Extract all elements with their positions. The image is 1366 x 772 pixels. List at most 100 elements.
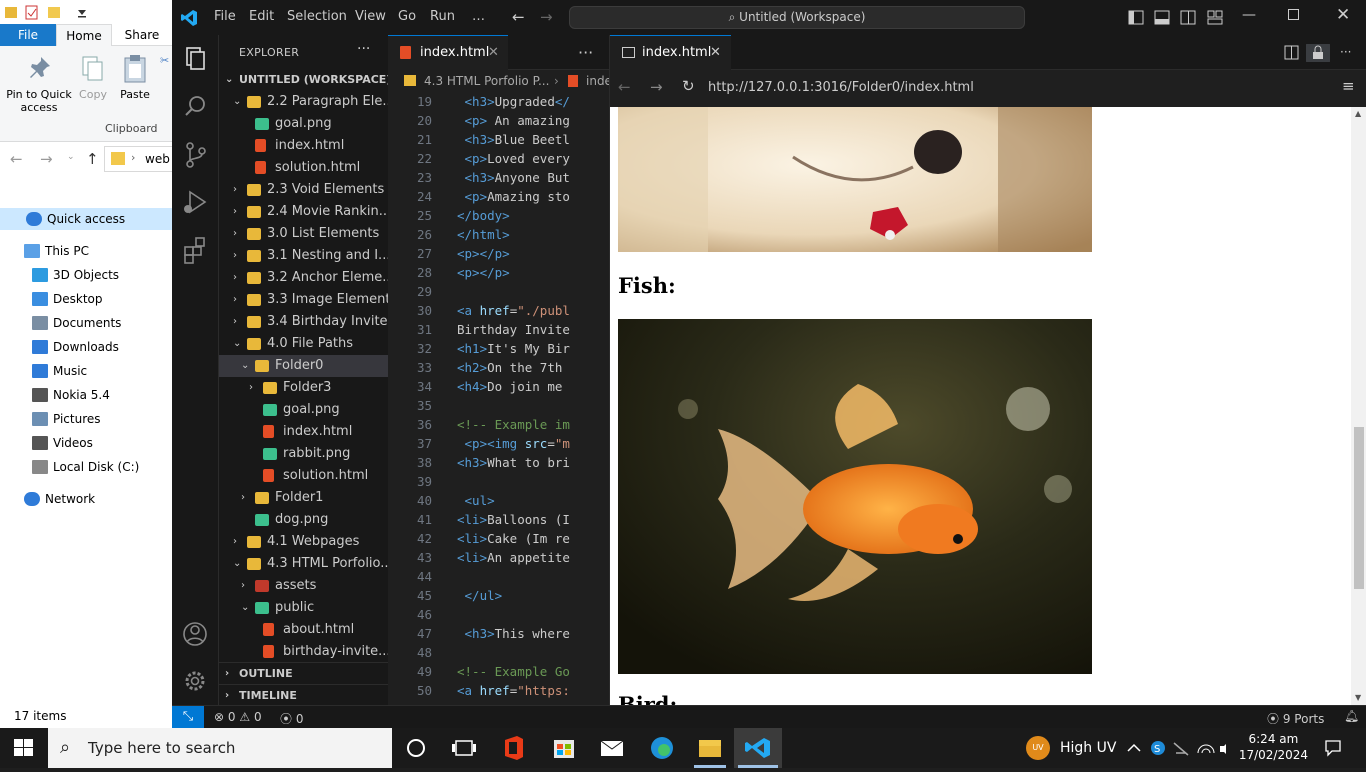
tree-item[interactable]: solution.html [219,465,388,487]
uv-weather-icon[interactable]: UV [1026,736,1050,760]
taskbar-clock[interactable]: 6:24 am 17/02/2024 [1239,731,1308,763]
minimize-icon[interactable]: — [1242,7,1256,23]
nav-item-this-pc[interactable]: This PC [0,240,172,262]
notifications-bell-icon[interactable]: 🔔︎ [1344,709,1359,723]
up-arrow-icon[interactable]: ↑ [86,150,99,168]
code-line[interactable]: <ul> [457,491,572,510]
more-actions-icon[interactable]: ··· [357,41,370,57]
preview-url-input[interactable]: http://127.0.0.1:3016/Folder0/index.html [708,76,1328,100]
close-tab-icon[interactable]: ✕ [710,36,721,70]
code-line[interactable] [457,643,572,662]
scrollbar-thumb[interactable] [1354,427,1364,589]
code-line[interactable] [457,472,572,491]
tree-item[interactable]: ⌄ 4.3 HTML Porfolio... [219,553,388,575]
command-center[interactable]: ⌕ Untitled (Workspace) [569,6,1025,29]
taskbar-search-box[interactable]: ⌕ Type here to search [48,728,392,768]
nav-item-videos[interactable]: Videos [0,432,172,454]
tree-item[interactable]: › 2.4 Movie Rankin... [219,201,388,223]
breadcrumb-folder[interactable]: 4.3 HTML Porfolio P... [424,70,549,92]
tree-item[interactable]: ⌄ 2.2 Paragraph Ele... [219,91,388,113]
tree-item[interactable]: › Folder1 [219,487,388,509]
run-debug-icon[interactable] [172,179,219,227]
tree-item[interactable]: index.html [219,135,388,157]
task-view-icon[interactable] [440,728,488,768]
code-line[interactable]: <!-- Example im [457,415,572,434]
layout-control-icons[interactable] [1128,10,1238,26]
cut-icon[interactable]: ✂ [160,54,172,114]
code-line[interactable]: <h3>Anyone But [457,168,572,187]
file-explorer-taskbar-icon[interactable] [686,728,734,768]
explorer-activity-icon[interactable] [172,35,219,83]
tree-item[interactable]: ⌄ public [219,597,388,619]
tree-item[interactable]: ⌄ 4.0 File Paths [219,333,388,355]
tree-item[interactable]: index.html [219,421,388,443]
split-and-lock-icons[interactable]: ··· [1284,44,1364,62]
nav-item-downloads[interactable]: Downloads [0,336,172,358]
menu-selection[interactable]: Selection [287,9,347,24]
source-control-icon[interactable] [172,131,219,179]
code-line[interactable]: <li>Cake (Im re [457,529,572,548]
editor-tab-index-html[interactable]: index.html ✕ [388,35,508,70]
nav-item-desktop[interactable]: Desktop [0,288,172,310]
scroll-up-arrow-icon[interactable]: ▲ [1355,109,1361,118]
tree-item[interactable]: › 3.2 Anchor Eleme... [219,267,388,289]
tree-item[interactable]: about.html [219,619,388,641]
maximize-icon[interactable] [1288,9,1299,20]
nav-item-nokia-5-4[interactable]: Nokia 5.4 [0,384,172,406]
notification-center-icon[interactable] [1324,739,1342,757]
code-line[interactable]: <p>Loved every [457,149,572,168]
weather-label[interactable]: High UV [1060,740,1116,756]
paste-button[interactable]: Paste [114,54,156,101]
code-line[interactable]: <h1>It's My Bir [457,339,572,358]
tree-item[interactable]: › 3.0 List Elements [219,223,388,245]
tab-share[interactable]: Share [112,24,172,46]
menu-go[interactable]: Go [398,9,416,24]
remote-indicator-icon[interactable]: ⤡ [172,706,204,728]
system-tray-icons[interactable]: S [1126,739,1226,757]
code-line[interactable] [457,567,572,586]
copy-button[interactable]: Copy [74,54,112,101]
tree-item[interactable]: › 3.3 Image Elements [219,289,388,311]
edge-icon[interactable] [638,728,686,768]
tree-item[interactable]: ⌄ Folder0 [219,355,388,377]
tab-home[interactable]: Home [56,24,112,46]
back-arrow-icon[interactable]: ← [618,78,631,96]
cortana-icon[interactable] [392,728,440,768]
code-line[interactable]: <a href="https: [457,681,572,700]
editor-more-icon[interactable]: ··· [578,43,593,62]
close-tab-icon[interactable]: ✕ [488,36,499,70]
code-line[interactable]: <h2>On the 7th [457,358,572,377]
code-line[interactable]: <li>Balloons (I [457,510,572,529]
tree-item[interactable]: › 4.1 Webpages [219,531,388,553]
tree-item[interactable]: › assets [219,575,388,597]
menu-view[interactable]: View [355,9,386,24]
nav-item-quick-access[interactable]: Quick access [0,208,172,230]
accounts-icon[interactable] [172,609,219,657]
code-line[interactable]: <h3>What to bri [457,453,572,472]
menu-more[interactable]: … [472,9,485,24]
code-line[interactable]: </html> [457,225,572,244]
code-line[interactable]: </ul> [457,586,572,605]
menu-hamburger-icon[interactable]: ≡ [1342,77,1355,95]
ports-broadcast-indicator[interactable]: ⦿ 0 [280,710,303,727]
tree-item[interactable]: birthday-invite.... [219,641,388,663]
code-line[interactable]: <h3>Blue Beetl [457,130,572,149]
tree-item[interactable]: solution.html [219,157,388,179]
code-line[interactable]: <!-- Example Go [457,662,572,681]
menu-file[interactable]: File [214,9,236,24]
code-line[interactable]: <p></p> [457,263,572,282]
back-arrow-icon[interactable]: ← [512,8,525,26]
vscode-taskbar-icon[interactable] [734,728,782,768]
code-line[interactable] [457,282,572,301]
tree-item[interactable]: goal.png [219,113,388,135]
code-line[interactable]: <h3>Upgraded</ [457,92,572,111]
tree-item[interactable]: dog.png [219,509,388,531]
tab-file[interactable]: File [0,24,56,46]
reload-icon[interactable]: ↻ [682,77,695,95]
menu-edit[interactable]: Edit [249,9,274,24]
microsoft-store-icon[interactable] [540,728,588,768]
nav-item-music[interactable]: Music [0,360,172,382]
close-icon[interactable]: ✕ [1336,5,1350,25]
ports-indicator[interactable]: ⦿ 9 Ports [1267,710,1324,727]
workspace-section-header[interactable]: ⌄ UNTITLED (WORKSPACE) [219,69,388,91]
